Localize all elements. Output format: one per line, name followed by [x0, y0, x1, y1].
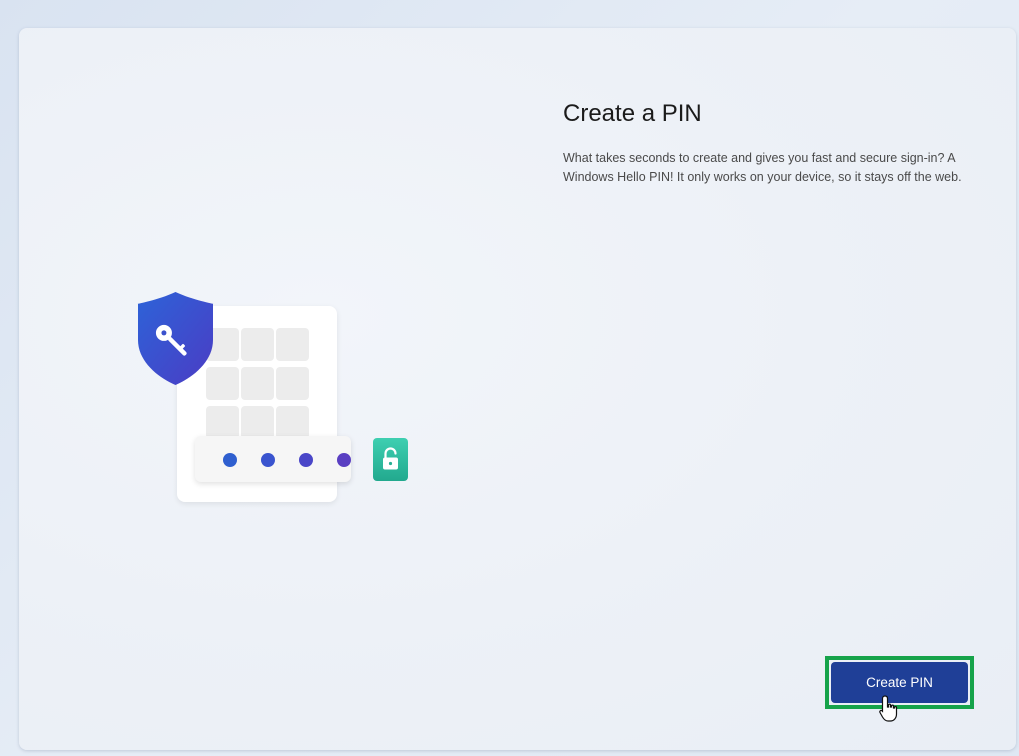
hand-cursor-icon — [878, 694, 902, 724]
pin-dot — [223, 453, 237, 467]
keypad-key — [206, 406, 239, 439]
pin-entry-bar — [195, 436, 351, 482]
keypad-key — [276, 367, 309, 400]
pin-dot — [299, 453, 313, 467]
keypad-key — [276, 328, 309, 361]
unlocked-padlock-icon — [373, 438, 408, 481]
keypad-key — [241, 406, 274, 439]
pin-dot — [337, 453, 351, 467]
keypad-key — [276, 406, 309, 439]
pin-dot — [261, 453, 275, 467]
keypad-key — [241, 328, 274, 361]
page-title: Create a PIN — [563, 100, 702, 127]
pin-illustration — [127, 288, 427, 508]
keypad-key — [241, 367, 274, 400]
key-shield-icon — [127, 288, 225, 388]
page-description: What takes seconds to create and gives y… — [563, 151, 962, 184]
setup-dialog: Create a PIN What takes seconds to creat… — [19, 28, 1016, 750]
